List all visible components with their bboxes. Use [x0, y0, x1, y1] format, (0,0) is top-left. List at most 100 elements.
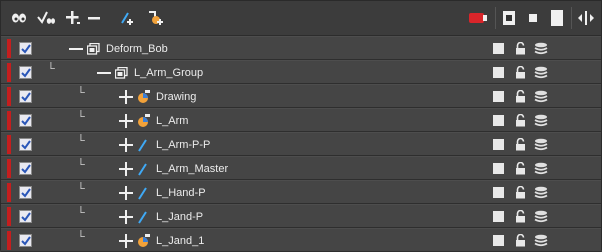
layer-stack-icon[interactable] — [534, 210, 548, 228]
layer-name[interactable]: L_Arm-P-P — [156, 139, 210, 151]
layer-enable-checkbox[interactable] — [19, 42, 32, 55]
lock-icon[interactable] — [515, 185, 526, 204]
layer-row[interactable]: Deform_Bob — [1, 36, 601, 60]
active-layer-marker — [7, 207, 11, 226]
thumbnail-off-icon[interactable] — [551, 9, 563, 27]
layer-color-swatch[interactable] — [493, 211, 504, 222]
lock-icon[interactable] — [515, 161, 526, 180]
layer-enable-checkbox[interactable] — [19, 90, 32, 103]
layer-node: Drawing — [119, 89, 196, 105]
add-layer-icon[interactable] — [65, 9, 81, 27]
expand-icon[interactable] — [119, 185, 133, 201]
layer-color-swatch[interactable] — [493, 139, 504, 150]
layer-color-swatch[interactable] — [493, 163, 504, 174]
layer-row[interactable]: └ L_Arm_Master — [1, 156, 601, 180]
layer-row[interactable]: └ L_Jand_1 — [1, 228, 601, 252]
tree-connector: └ — [77, 231, 85, 243]
layer-stack-icon[interactable] — [534, 138, 548, 156]
toolbar-divider-2 — [571, 7, 572, 29]
expand-icon[interactable] — [119, 137, 133, 153]
thumbnail-small-icon[interactable] — [529, 9, 537, 27]
active-layer-marker — [7, 39, 11, 58]
collapse-icon[interactable] — [97, 65, 111, 81]
layer-enable-checkbox[interactable] — [19, 138, 32, 151]
layer-stack-icon[interactable] — [534, 186, 548, 204]
layer-stack-icon[interactable] — [534, 42, 548, 60]
expand-icon[interactable] — [119, 113, 133, 129]
layer-stack-icon[interactable] — [534, 66, 548, 84]
layer-stack-icon[interactable] — [534, 234, 548, 252]
layer-row[interactable]: └ L_Arm_Group — [1, 60, 601, 84]
layer-stack-icon[interactable] — [534, 114, 548, 132]
expand-collapse-icon[interactable] — [577, 9, 595, 27]
layer-enable-checkbox[interactable] — [19, 186, 32, 199]
show-all-icon[interactable] — [11, 9, 27, 27]
layer-name[interactable]: L_Arm — [156, 115, 188, 127]
expand-icon[interactable] — [119, 209, 133, 225]
layer-row[interactable]: └ L_Hand-P — [1, 180, 601, 204]
layer-node: L_Hand-P — [119, 185, 206, 201]
layer-color-swatch[interactable] — [493, 115, 504, 126]
layer-name[interactable]: L_Hand-P — [156, 187, 206, 199]
layer-row[interactable]: └ L_Arm-P-P — [1, 132, 601, 156]
layer-enable-checkbox[interactable] — [19, 66, 32, 79]
lock-icon[interactable] — [515, 41, 526, 60]
lock-icon[interactable] — [515, 89, 526, 108]
expand-icon[interactable] — [119, 161, 133, 177]
tree-connector: └ — [77, 159, 85, 171]
expand-icon[interactable] — [119, 233, 133, 249]
layer-name[interactable]: Deform_Bob — [106, 43, 168, 55]
lock-icon[interactable] — [515, 209, 526, 228]
layer-color-swatch[interactable] — [493, 67, 504, 78]
add-drawing-icon[interactable] — [147, 9, 165, 27]
layer-color-swatch[interactable] — [493, 235, 504, 246]
delete-layer-icon[interactable] — [87, 9, 101, 27]
layer-node: L_Arm — [119, 113, 188, 129]
layer-name[interactable]: L_Jand-P — [156, 211, 203, 223]
tree-connector: └ — [77, 111, 85, 123]
peg-layer-icon — [137, 162, 151, 176]
layer-name[interactable]: L_Jand_1 — [156, 235, 204, 247]
layer-row[interactable]: └ L_Arm — [1, 108, 601, 132]
active-layer-marker — [7, 183, 11, 202]
tree-connector: └ — [47, 63, 55, 75]
layer-row[interactable]: └ L_Jand-P — [1, 204, 601, 228]
tree-connector: └ — [77, 183, 85, 195]
layer-color-swatch[interactable] — [493, 91, 504, 102]
layer-row[interactable]: └ Drawing — [1, 84, 601, 108]
enable-all-icon[interactable] — [37, 9, 55, 27]
layer-name[interactable]: Drawing — [156, 91, 196, 103]
layer-enable-checkbox[interactable] — [19, 162, 32, 175]
layer-stack-icon[interactable] — [534, 90, 548, 108]
lock-icon[interactable] — [515, 233, 526, 252]
layer-color-swatch[interactable] — [493, 187, 504, 198]
layer-node: Deform_Bob — [69, 41, 168, 57]
layer-panel: Deform_Bob └ L_Arm_Group └ Drawing └ L_Arm └ L_A… — [0, 0, 602, 252]
active-layer-marker — [7, 135, 11, 154]
collapse-icon[interactable] — [69, 41, 83, 57]
layer-name[interactable]: L_Arm_Group — [134, 67, 203, 79]
lock-icon[interactable] — [515, 137, 526, 156]
active-layer-marker — [7, 87, 11, 106]
lock-icon[interactable] — [515, 113, 526, 132]
layer-color-swatch[interactable] — [493, 43, 504, 54]
layer-list: Deform_Bob └ L_Arm_Group └ Drawing └ L_Arm └ L_A… — [1, 36, 601, 252]
add-peg-icon[interactable] — [119, 9, 135, 27]
layer-stack-icon[interactable] — [534, 162, 548, 180]
layer-enable-checkbox[interactable] — [19, 210, 32, 223]
thumbnail-large-icon[interactable] — [503, 9, 515, 27]
toolbar-divider — [495, 7, 496, 29]
expand-icon[interactable] — [119, 89, 133, 105]
layer-enable-checkbox[interactable] — [19, 114, 32, 127]
layer-node: L_Arm_Group — [97, 65, 203, 81]
tree-connector: └ — [77, 207, 85, 219]
layer-name[interactable]: L_Arm_Master — [156, 163, 228, 175]
layer-enable-checkbox[interactable] — [19, 234, 32, 247]
tree-connector: └ — [77, 87, 85, 99]
lock-icon[interactable] — [515, 65, 526, 84]
layer-color-icon[interactable] — [469, 9, 489, 27]
layer-toolbar — [1, 1, 601, 36]
active-layer-marker — [7, 159, 11, 178]
peg-layer-icon — [137, 138, 151, 152]
active-layer-marker — [7, 111, 11, 130]
